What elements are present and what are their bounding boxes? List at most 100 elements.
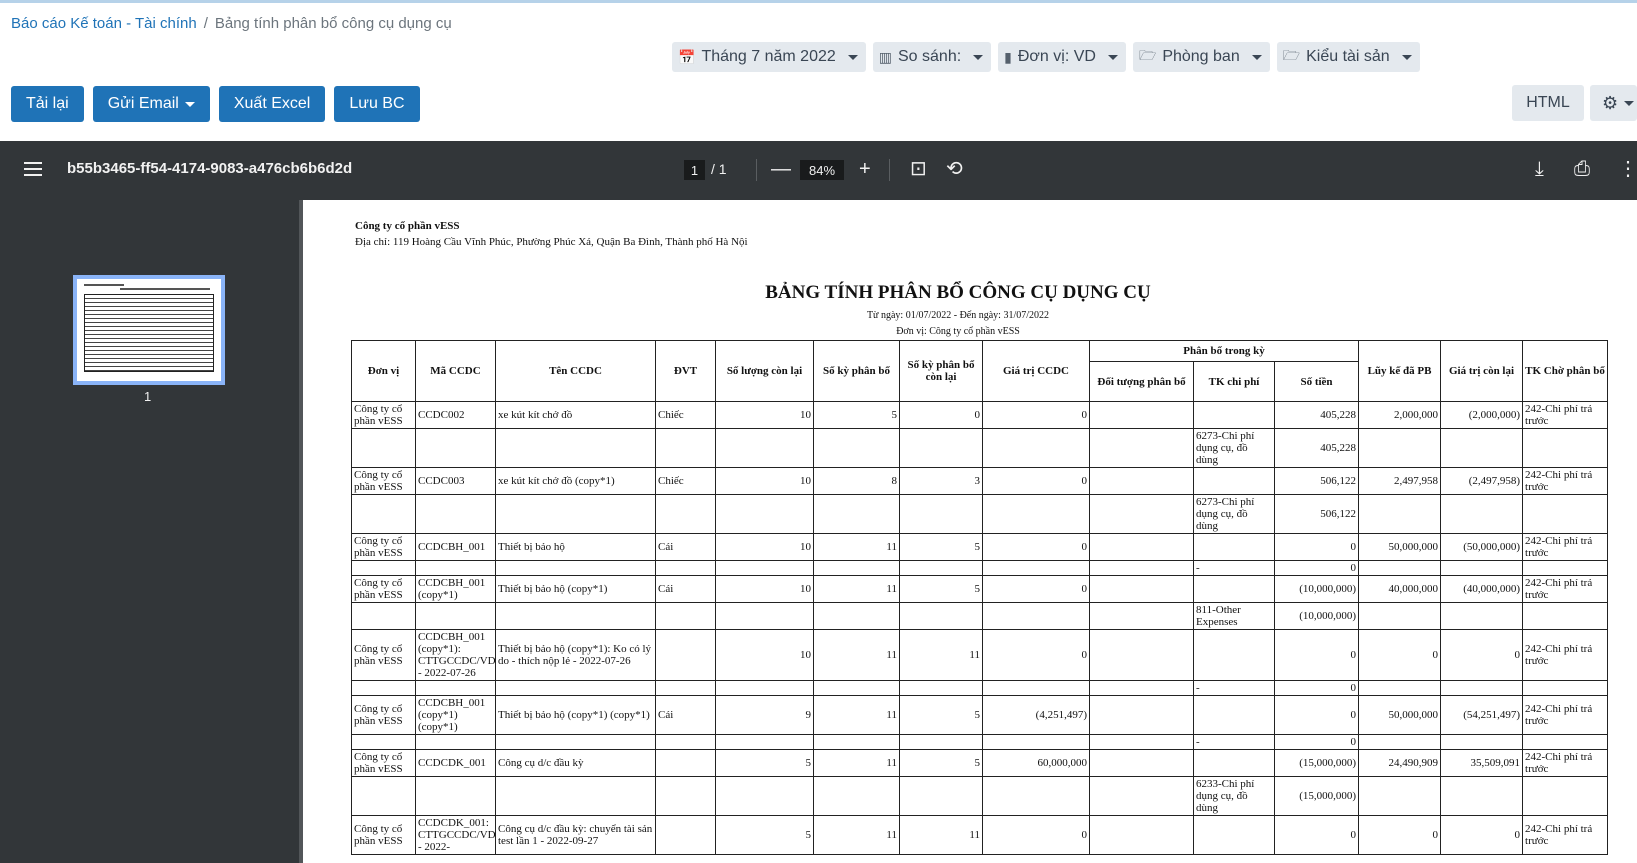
reload-button[interactable]: Tải lại [11, 86, 84, 122]
header-so-ky: Số kỳ phân bổ [813, 340, 900, 402]
table-cell [715, 494, 814, 534]
page-thumbnail[interactable] [73, 275, 225, 385]
table-row: Công ty cổ phần vESS CCDCBH_001 (copy*1):… [351, 629, 1609, 681]
table-cell [1440, 560, 1524, 576]
table-detail-row: 6233-Chi phí dụng cụ, đồ dùng (15,000,000… [351, 776, 1609, 816]
department-dropdown[interactable]: 🗁 Phòng ban [1132, 42, 1270, 72]
table-cell: 0 [982, 815, 1090, 855]
table-cell: CCDCBH_001 (copy*1) [415, 575, 496, 603]
compare-dropdown[interactable]: ▥ So sánh: [872, 42, 992, 72]
table-cell [1440, 428, 1524, 468]
header-phan-bo: Phân bổ trong kỳ [1088, 340, 1360, 362]
table-cell [1193, 575, 1275, 603]
zoom-input[interactable]: 84% [800, 160, 844, 180]
compare-dropdown-label: So sánh: [898, 48, 962, 65]
table-cell: 10 [715, 629, 814, 681]
table-cell: CCDCBH_001 (copy*1): CTTGCCDC/VD/00004 -… [415, 629, 496, 681]
zoom-in-icon[interactable]: + [859, 156, 871, 182]
save-report-button[interactable]: Lưu BC [334, 86, 420, 122]
download-icon[interactable]: ⤓ [1535, 156, 1544, 182]
action-bar: Tải lại Gửi Email Xuất Excel Lưu BC [11, 86, 420, 122]
table-cell [1440, 776, 1524, 816]
header-so-ky-con: Số kỳ phân bổ còn lại [899, 340, 983, 402]
table-cell: 0 [1358, 815, 1442, 855]
report-unit: Đơn vị: Công ty cổ phần vESS [896, 326, 1020, 337]
rotate-icon[interactable]: ⟲ [946, 156, 963, 182]
fit-page-icon[interactable]: ⊡ [910, 156, 927, 182]
menu-icon[interactable] [24, 162, 42, 176]
table-cell [1193, 695, 1275, 735]
print-icon[interactable]: ⎙ [1574, 156, 1590, 182]
table-cell [495, 602, 656, 630]
table-cell [715, 734, 814, 750]
table-cell [1522, 494, 1609, 534]
table-cell [1089, 602, 1194, 630]
table-cell [655, 560, 716, 576]
table-cell [1522, 776, 1609, 816]
table-cell: (15,000,000) [1273, 776, 1360, 816]
breadcrumb-parent-link[interactable]: Báo cáo Kế toán - Tài chính [11, 15, 197, 32]
table-cell [1089, 629, 1194, 681]
page-total: / 1 [711, 161, 727, 177]
table-cell [415, 560, 496, 576]
table-cell [899, 428, 983, 468]
table-cell [1089, 401, 1194, 429]
table-cell: 11 [813, 695, 900, 735]
table-cell [655, 776, 716, 816]
table-cell [813, 734, 900, 750]
header-don-vi: Đơn vị [351, 340, 416, 402]
table-cell: 242-Chi phí trả trước [1522, 749, 1609, 777]
table-cell: 0 [1273, 734, 1360, 750]
table-cell: - [1193, 560, 1275, 576]
caret-down-icon [973, 54, 984, 60]
table-cell: 0 [1273, 815, 1360, 855]
table-cell [899, 602, 983, 630]
table-cell: 10 [715, 533, 814, 561]
table-cell: 8 [813, 467, 900, 495]
table-cell [1522, 734, 1609, 750]
page-number-input[interactable]: 1 [684, 160, 705, 180]
table-cell [813, 776, 900, 816]
pdf-viewer: b55b3465-ff54-4174-9083-a476cb6b6d2d 1 /… [0, 141, 1637, 863]
more-options-icon[interactable]: ⋮ [1618, 156, 1637, 182]
table-cell: Công cụ d/c đầu kỳ: chuyển tài sản test … [495, 815, 656, 855]
table-cell: 242-Chi phí trả trước [1522, 695, 1609, 735]
table-cell: (40,000,000) [1440, 575, 1524, 603]
asset-type-dropdown[interactable]: 🗁 Kiểu tài sản [1276, 42, 1420, 72]
table-cell: Công ty cổ phần vESS [351, 815, 416, 855]
table-cell [1089, 467, 1194, 495]
thumbnail-line [84, 284, 124, 286]
html-view-button[interactable]: HTML [1512, 85, 1584, 121]
table-cell: Cái [655, 533, 716, 561]
table-cell: 0 [1273, 629, 1360, 681]
table-cell: 5 [715, 815, 814, 855]
thumbnail-line [120, 288, 210, 290]
table-cell [495, 776, 656, 816]
table-cell: Cái [655, 695, 716, 735]
table-cell: 50,000,000 [1358, 533, 1442, 561]
table-cell [1089, 428, 1194, 468]
table-cell [415, 734, 496, 750]
settings-dropdown-button[interactable]: ⚙ [1590, 85, 1637, 121]
table-cell: Thiết bị bảo hộ (copy*1) (copy*1) [495, 695, 656, 735]
header-so-luong: Số lượng còn lại [715, 340, 814, 402]
period-dropdown[interactable]: 📅 Tháng 7 năm 2022 [672, 42, 866, 72]
table-cell [982, 560, 1090, 576]
unit-dropdown[interactable]: ▮ Đơn vị: VD [998, 42, 1126, 72]
table-cell: 0 [1273, 695, 1360, 735]
pdf-page: Công ty cổ phần vESS Địa chỉ: 119 Hoàng … [303, 200, 1637, 863]
breadcrumb-current: Bảng tính phân bổ công cụ dụng cụ [214, 15, 452, 32]
table-cell: Cái [655, 575, 716, 603]
table-cell: 0 [1273, 533, 1360, 561]
table-cell [899, 560, 983, 576]
table-cell: 242-Chi phí trả trước [1522, 533, 1609, 561]
zoom-out-icon[interactable]: — [771, 156, 791, 182]
table-cell: Công ty cổ phần vESS [351, 749, 416, 777]
table-cell [813, 494, 900, 534]
table-cell: 6273-Chi phí dụng cụ, đồ dùng [1193, 428, 1275, 468]
table-cell [982, 428, 1090, 468]
send-email-button[interactable]: Gửi Email [92, 86, 210, 122]
send-email-label: Gửi Email [107, 95, 179, 112]
export-excel-button[interactable]: Xuất Excel [218, 86, 326, 122]
table-cell [982, 602, 1090, 630]
